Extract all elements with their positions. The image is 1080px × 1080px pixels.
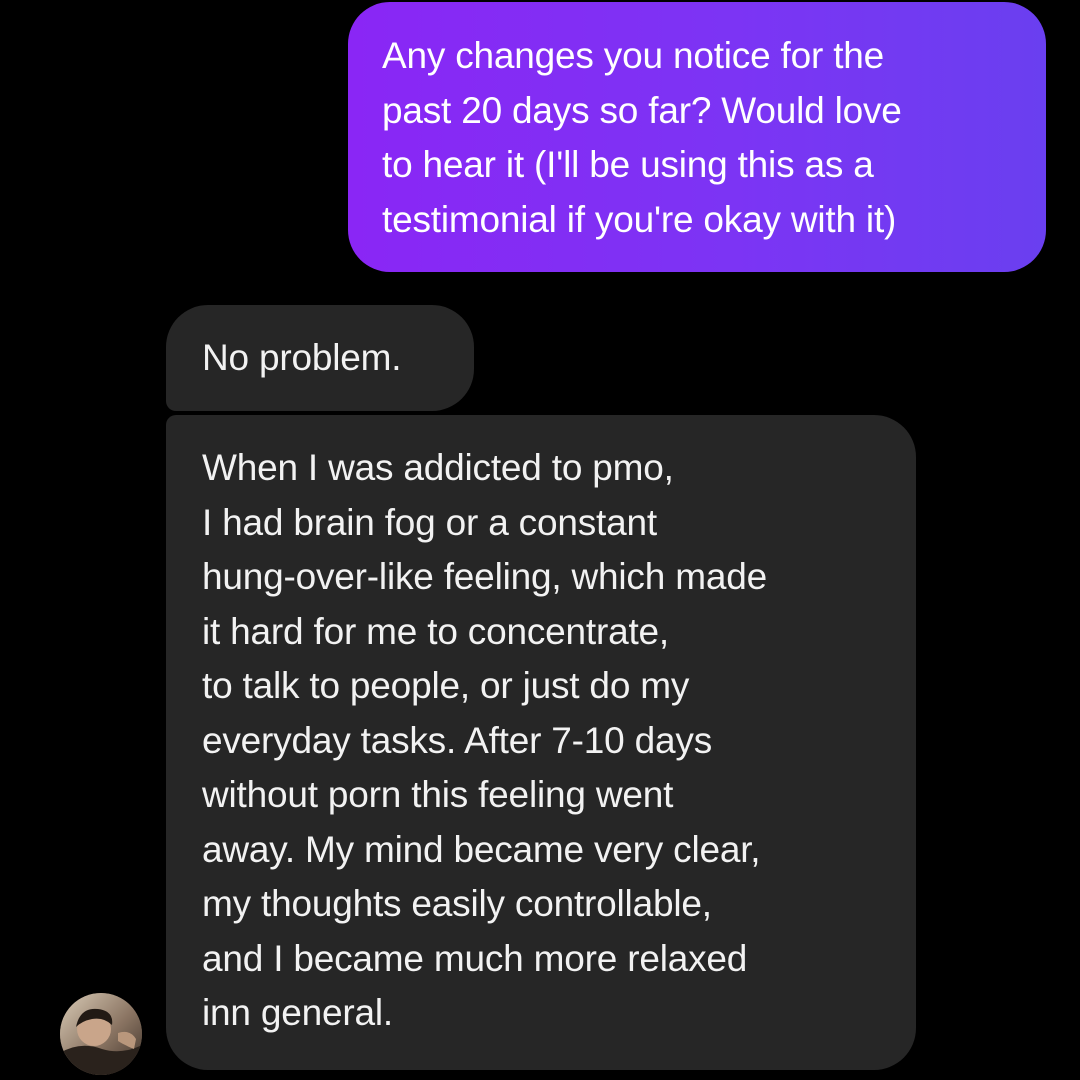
sender-avatar[interactable] (60, 993, 142, 1075)
user-avatar-photo-icon (60, 993, 142, 1075)
sent-message-bubble[interactable]: Any changes you notice for the past 20 d… (348, 2, 1046, 272)
received-message-bubble[interactable]: No problem. (166, 305, 474, 411)
received-message-bubble[interactable]: When I was addicted to pmo, I had brain … (166, 415, 916, 1070)
message-thread: Any changes you notice for the past 20 d… (0, 0, 1080, 1080)
